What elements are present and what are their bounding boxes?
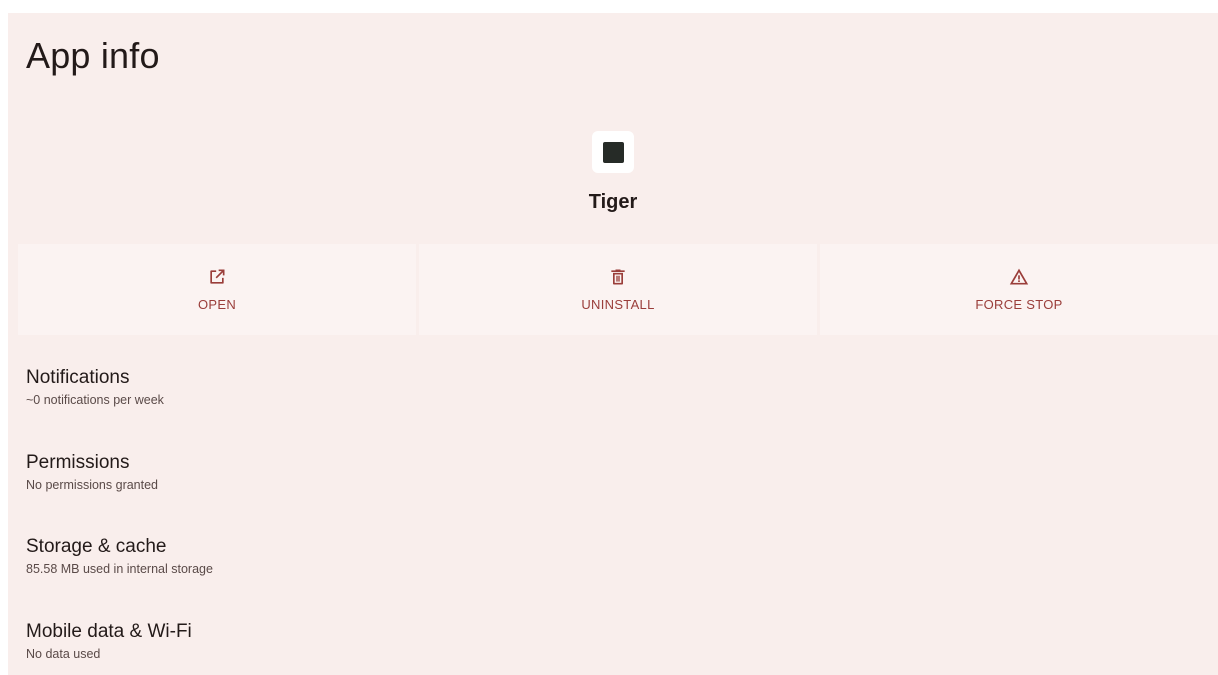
force-stop-button-label: FORCE STOP [975, 297, 1063, 312]
trash-icon [611, 269, 625, 285]
setting-subtitle: No permissions granted [26, 477, 159, 492]
action-bar: OPEN UNINSTALL FORCE STOP [18, 244, 1218, 335]
settings-list: Notifications ~0 notifications per week … [26, 366, 1206, 675]
app-name: Tiger [588, 191, 638, 213]
force-stop-button[interactable]: FORCE STOP [820, 244, 1218, 335]
settings-item-storage[interactable]: Storage & cache 85.58 MB used in interna… [26, 535, 1206, 620]
settings-item-notifications[interactable]: Notifications ~0 notifications per week [26, 366, 1206, 451]
uninstall-button[interactable]: UNINSTALL [419, 244, 817, 335]
setting-subtitle: No data used [26, 646, 101, 661]
setting-subtitle: ~0 notifications per week [26, 393, 164, 407]
settings-item-permissions[interactable]: Permissions No permissions granted [26, 451, 1206, 536]
app-info-screen: App info Tiger OPEN UNINSTALL FORCE STOP… [8, 13, 1218, 675]
setting-title: Permissions [26, 451, 130, 473]
app-header: Tiger [8, 131, 1218, 214]
page-title: App info [26, 35, 160, 76]
setting-subtitle: 85.58 MB used in internal storage [26, 562, 213, 576]
setting-title: Mobile data & Wi-Fi [26, 620, 192, 642]
setting-title: Notifications [26, 367, 130, 388]
settings-item-mobile-data[interactable]: Mobile data & Wi-Fi No data used [26, 620, 1206, 675]
setting-title: Storage & cache [26, 536, 167, 557]
open-button-label: OPEN [197, 297, 237, 312]
uninstall-button-label: UNINSTALL [581, 297, 655, 312]
open-button[interactable]: OPEN [18, 244, 416, 335]
warning-icon [1009, 268, 1029, 285]
open-in-new-icon [210, 269, 225, 284]
app-icon-glyph [602, 141, 624, 163]
app-icon [592, 131, 634, 173]
